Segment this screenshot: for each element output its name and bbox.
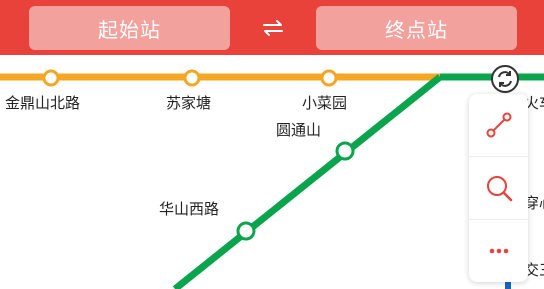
header-bar: 起始站 终点站 [0,0,544,55]
station-label-yuantongshan[interactable]: 圆通山 [276,119,321,140]
route-icon [486,112,511,138]
map-tools-panel [469,94,528,282]
locate-button[interactable] [490,64,520,94]
refresh-locate-icon [491,65,519,93]
station-label-sujiatang[interactable]: 苏家塘 [166,92,211,113]
search-icon [486,176,512,202]
end-station-input[interactable]: 终点站 [316,6,517,50]
start-station-input[interactable]: 起始站 [29,6,230,50]
station-node-sujiatang [183,69,201,87]
more-button[interactable] [469,219,528,282]
station-label-jindingshan[interactable]: 金鼎山北路 [5,92,80,113]
station-label-xiaocaiyuan[interactable]: 小菜园 [302,92,347,113]
search-button[interactable] [469,156,528,219]
swap-arrows-icon [263,20,283,36]
more-dots-icon [489,248,508,254]
station-node-jindingshan [42,69,60,87]
station-node-xiaocaiyuan [320,69,338,87]
station-label-huashanxilu[interactable]: 华山西路 [159,198,219,219]
station-node-huashanxilu [236,221,256,241]
station-node-yuantongshan [335,141,355,161]
swap-stations-button[interactable] [258,15,288,41]
metro-map[interactable] [0,55,544,289]
route-button[interactable] [469,94,528,156]
